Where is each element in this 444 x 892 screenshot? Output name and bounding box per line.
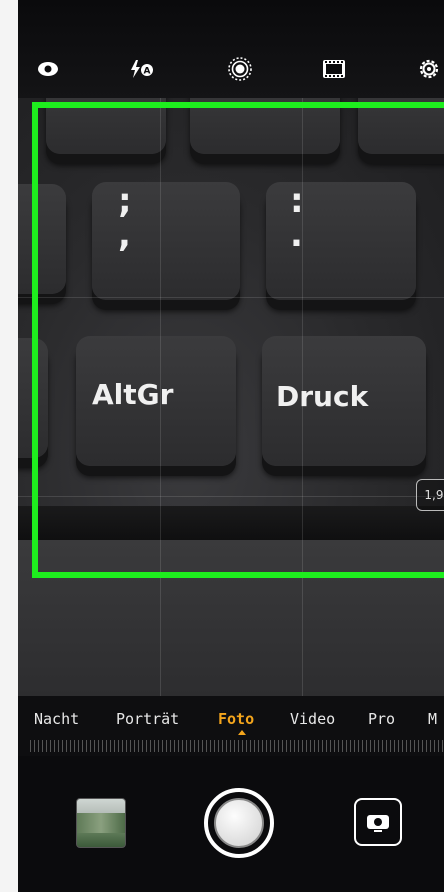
- mode-selector: Nacht Porträt Foto Video Pro M: [18, 696, 444, 756]
- flash-auto-icon[interactable]: A: [127, 56, 157, 82]
- mode-more[interactable]: M: [428, 710, 437, 728]
- mode-tick-strip[interactable]: [30, 740, 444, 752]
- bottom-controls: [18, 756, 444, 892]
- camera-viewfinder[interactable]: ;, :. AltGr Druck 1,9:: [18, 98, 444, 696]
- shutter-button[interactable]: [204, 788, 274, 858]
- svg-text:A: A: [144, 67, 151, 77]
- mode-video[interactable]: Video: [290, 710, 335, 728]
- mode-nacht[interactable]: Nacht: [34, 710, 79, 728]
- thumbnail-image-icon: [77, 813, 125, 833]
- switch-camera-button[interactable]: [354, 798, 402, 846]
- settings-gear-icon[interactable]: [414, 56, 444, 82]
- switch-camera-icon: [367, 815, 389, 832]
- mode-pro[interactable]: Pro: [368, 710, 395, 728]
- live-photo-icon[interactable]: [225, 56, 255, 82]
- top-toolbar: A: [18, 0, 444, 100]
- shutter-inner-icon: [214, 798, 264, 848]
- active-mode-caret: [238, 730, 246, 735]
- zoom-indicator[interactable]: 1,9:: [416, 479, 444, 511]
- highlight-frame: [32, 102, 444, 578]
- mode-portraet[interactable]: Porträt: [116, 710, 179, 728]
- eye-icon[interactable]: [33, 56, 63, 82]
- aspect-film-icon[interactable]: [319, 56, 349, 82]
- camera-app: A ;, :. AltGr Druck 1,9 Nacht Porträt Fo…: [18, 0, 444, 892]
- gallery-thumbnail[interactable]: [76, 798, 126, 848]
- mode-foto[interactable]: Foto: [218, 710, 254, 728]
